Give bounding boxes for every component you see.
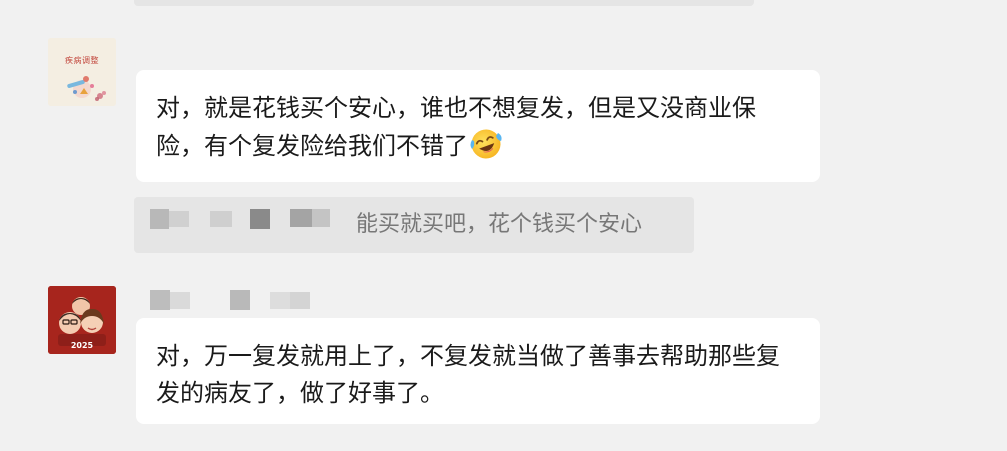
avatar-caption: 2025	[70, 341, 94, 350]
previous-quote-stub	[134, 0, 754, 6]
message-bubble[interactable]: 对，就是花钱买个安心，谁也不想复发，但是又没商业保险，有个复发险给我们不错了	[136, 70, 820, 182]
avatar[interactable]: 2025	[48, 286, 116, 354]
message-text: 对，就是花钱买个安心，谁也不想复发，但是又没商业保险，有个复发险给我们不错了	[156, 94, 756, 160]
quoted-message[interactable]: 能买就买吧，花个钱买个安心	[134, 197, 694, 253]
message-text: 对，万一复发就用上了，不复发就当做了善事去帮助那些复发的病友了，做了好事了。	[156, 342, 780, 407]
avatar[interactable]: 疾病调整	[48, 38, 116, 106]
message-bubble[interactable]: 对，万一复发就用上了，不复发就当做了善事去帮助那些复发的病友了，做了好事了。	[136, 318, 820, 424]
blurred-sender-name	[150, 209, 330, 229]
blurred-sender-name	[150, 290, 310, 310]
quoted-message-text: 能买就买吧，花个钱买个安心	[356, 212, 643, 237]
avatar-caption: 疾病调整	[65, 56, 99, 65]
avatar-illustration	[48, 38, 116, 106]
laughing-crying-emoji-icon	[469, 127, 503, 161]
